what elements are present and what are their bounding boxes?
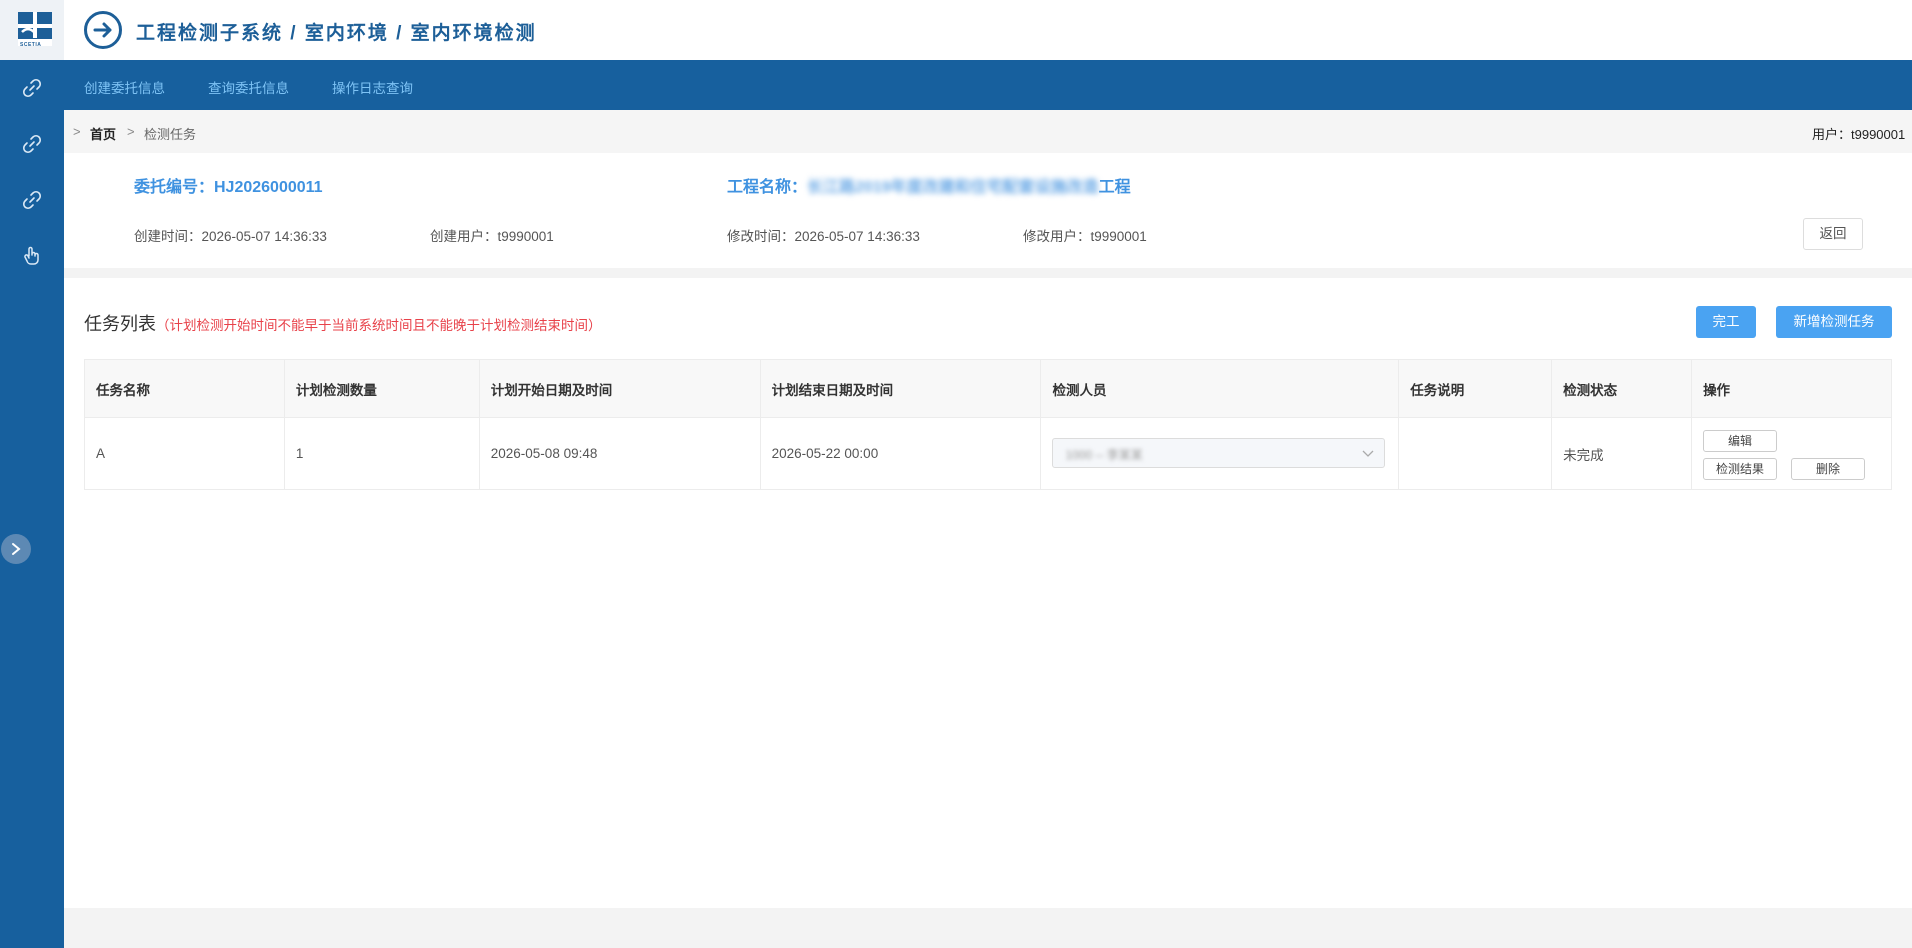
link-icon[interactable] [22, 134, 42, 154]
sidebar-toggle-button[interactable] [1, 534, 31, 564]
project-name: 工程名称：长江路2019年度改建和住宅配套设施改造工程 [727, 173, 1131, 197]
task-list-note: （计划检测开始时间不能早于当前系统时间且不能晚于计划检测结束时间） [156, 318, 602, 333]
inspector-select-value: 1000 -- 李某某 [1065, 448, 1143, 462]
scetia-logo [18, 12, 52, 46]
column-header: 计划开始日期及时间 [478, 359, 761, 418]
logo-area: SCETIA [0, 0, 64, 60]
task-table: 任务名称 计划检测数量 计划开始日期及时间 计划结束日期及时间 检测人员 任务说… [84, 359, 1892, 490]
table-row: A 1 2026-05-08 09:48 2026-05-22 00:00 10… [84, 417, 1892, 490]
link-icon[interactable] [22, 190, 42, 210]
task-actions-cell: 编辑 检测结果 删除 [1691, 417, 1892, 490]
test-result-button[interactable]: 检测结果 [1703, 458, 1778, 480]
created-time: 创建时间：2026-05-07 14:36:33 [134, 229, 327, 244]
logo-text: SCETIA [20, 42, 42, 48]
task-end-cell: 2026-05-22 00:00 [759, 417, 1042, 490]
menu-item-create-commission[interactable]: 创建委托信息 [84, 77, 165, 97]
modified-user: 修改用户：t9990001 [1023, 229, 1147, 244]
chevron-down-icon [1362, 450, 1374, 457]
created-user: 创建用户：t9990001 [430, 229, 554, 244]
menu-bar: 创建委托信息 查询委托信息 操作日志查询 [64, 60, 1912, 110]
back-button[interactable]: 返回 [1803, 218, 1863, 250]
link-icon[interactable] [22, 78, 42, 98]
inspector-select[interactable]: 1000 -- 李某某 [1052, 438, 1386, 468]
system-title: 工程检测子系统 / 室内环境 / 室内环境检测 [136, 23, 537, 44]
menu-item-operation-log[interactable]: 操作日志查询 [332, 77, 413, 97]
column-header: 操作 [1691, 359, 1892, 418]
complete-button[interactable]: 完工 [1696, 306, 1756, 338]
task-description-cell [1398, 417, 1553, 490]
chevron-right-icon [12, 543, 21, 555]
column-header: 任务名称 [84, 359, 285, 418]
project-name-hidden: 长江路2019年度改建和住宅配套设施改造 [807, 179, 1099, 196]
task-list-heading: 任务列表 [84, 314, 156, 334]
column-header: 检测状态 [1551, 359, 1693, 418]
column-header: 任务说明 [1398, 359, 1553, 418]
column-header: 计划结束日期及时间 [759, 359, 1042, 418]
page-footer-area [64, 908, 1912, 948]
edit-button[interactable]: 编辑 [1703, 430, 1778, 452]
breadcrumb-home[interactable]: 首页 [90, 124, 116, 143]
delete-button[interactable]: 删除 [1791, 458, 1866, 480]
menu-item-query-commission[interactable]: 查询委托信息 [208, 77, 289, 97]
task-list-card: 任务列表（计划检测开始时间不能早于当前系统时间且不能晚于计划检测结束时间） 完工… [64, 278, 1912, 908]
breadcrumb: > 首页 > 检测任务 用户：t9990001 注销 [64, 110, 1912, 153]
task-status-cell: 未完成 [1551, 417, 1693, 490]
task-start-cell: 2026-05-08 09:48 [478, 417, 761, 490]
project-name-suffix: 工程 [1098, 179, 1131, 196]
column-header: 检测人员 [1040, 359, 1400, 418]
breadcrumb-separator: > [73, 124, 81, 139]
breadcrumb-separator: > [127, 124, 135, 139]
current-user-label: 用户：t9990001 [1812, 127, 1906, 142]
task-inspector-cell: 1000 -- 李某某 [1040, 417, 1400, 490]
column-header: 计划检测数量 [283, 359, 480, 418]
hand-pointer-icon[interactable] [22, 246, 42, 266]
sidebar [0, 60, 64, 948]
add-task-button[interactable]: 新增检测任务 [1776, 306, 1892, 338]
modified-time: 修改时间：2026-05-07 14:36:33 [727, 229, 920, 244]
task-qty-cell: 1 [283, 417, 480, 490]
nav-arrow-button[interactable] [84, 11, 122, 49]
top-header: SCETIA 工程检测子系统 / 室内环境 / 室内环境检测 [0, 0, 1912, 60]
task-name-cell: A [84, 417, 285, 490]
commission-number: 委托编号：HJ2026000011 [134, 179, 323, 196]
table-header-row: 任务名称 计划检测数量 计划开始日期及时间 计划结束日期及时间 检测人员 任务说… [84, 359, 1892, 418]
commission-info-card: 委托编号：HJ2026000011 工程名称：长江路2019年度改建和住宅配套设… [64, 153, 1912, 268]
project-name-label: 工程名称： [727, 179, 808, 196]
breadcrumb-current: 检测任务 [144, 127, 197, 142]
arrow-right-icon [93, 22, 112, 38]
task-list-title: 任务列表（计划检测开始时间不能早于当前系统时间且不能晚于计划检测结束时间） [84, 310, 602, 336]
